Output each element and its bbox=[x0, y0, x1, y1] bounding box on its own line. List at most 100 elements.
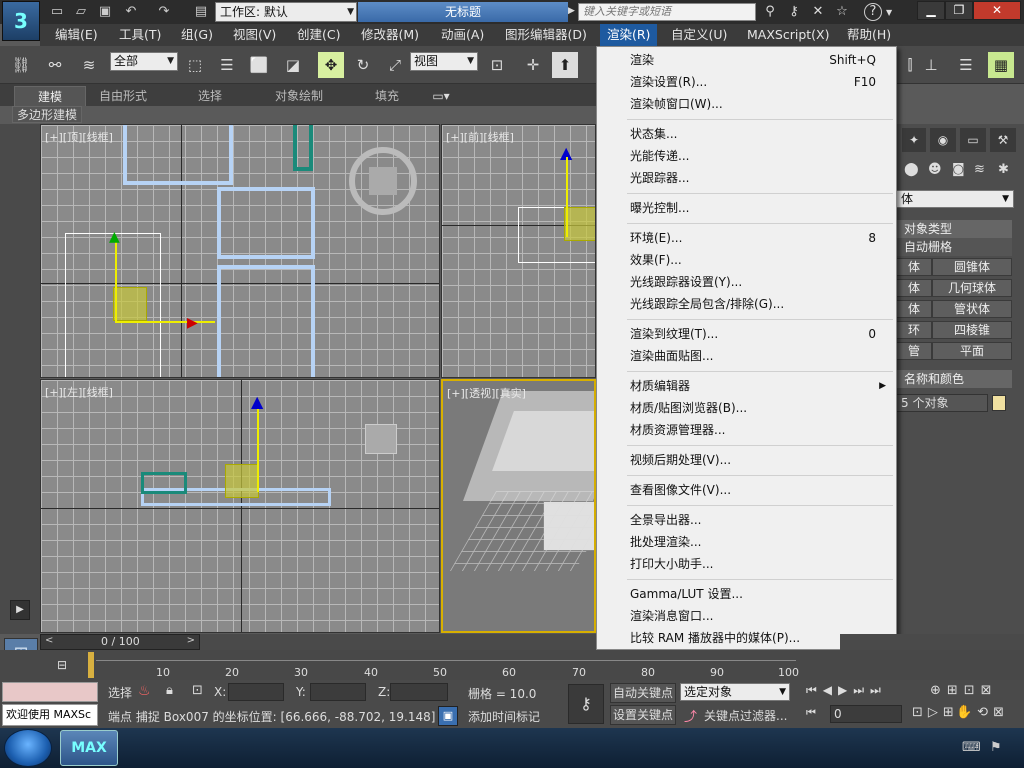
app-logo[interactable]: 3 bbox=[2, 1, 40, 41]
space-warps-icon[interactable]: ≋ bbox=[974, 162, 985, 177]
isolate-icon[interactable]: ♨ bbox=[138, 683, 151, 699]
display-tab-icon[interactable]: ▭ bbox=[960, 128, 986, 152]
undo-icon[interactable]: ↶ bbox=[122, 3, 140, 21]
maxscript-listener-bottom[interactable]: 欢迎使用 MAXSc bbox=[2, 704, 98, 726]
primitive-button-cone[interactable]: 圆锥体 bbox=[932, 258, 1012, 276]
key-selection-dropdown[interactable]: 选定对象 ▼ bbox=[680, 683, 790, 701]
menu-help[interactable]: 帮助(H) bbox=[840, 24, 898, 46]
ribbon-options-icon[interactable]: ▭▾ bbox=[428, 86, 454, 106]
menu-item-light-tracer[interactable]: 光跟踪器... bbox=[597, 167, 896, 189]
menu-edit[interactable]: 编辑(E) bbox=[48, 24, 105, 46]
rotate-icon[interactable]: ↻ bbox=[350, 52, 376, 78]
open-file-icon[interactable]: ▱ bbox=[72, 3, 90, 21]
systems-icon[interactable]: ✱ bbox=[998, 162, 1009, 177]
tray-flag-icon[interactable]: ⚑ bbox=[990, 740, 1002, 755]
object-name-field[interactable]: 5 个对象 bbox=[896, 394, 988, 412]
bind-space-warp-icon[interactable]: ≋ bbox=[76, 52, 102, 78]
primitive-button-cylinder[interactable]: 体 bbox=[896, 300, 932, 318]
minimize-button[interactable]: ▁ bbox=[917, 1, 945, 20]
ribbon-panel-label[interactable]: 多边形建模 bbox=[12, 106, 82, 123]
menu-modifiers[interactable]: 修改器(M) bbox=[354, 24, 426, 46]
wrench-icon[interactable]: ✕ bbox=[808, 3, 828, 21]
menu-item-effects[interactable]: 效果(F)... bbox=[597, 249, 896, 271]
menu-item-batch-render[interactable]: 批处理渲染... bbox=[597, 531, 896, 553]
rollout-object-type[interactable]: 对象类型 bbox=[896, 220, 1012, 238]
rollout-name-color[interactable]: 名称和颜色 bbox=[896, 370, 1012, 388]
taskbar-max-app[interactable]: MAX bbox=[60, 730, 118, 766]
absolute-mode-icon[interactable]: ⊡ bbox=[192, 683, 203, 698]
primitive-button-box[interactable]: 体 bbox=[896, 258, 932, 276]
z-coordinate-field[interactable] bbox=[390, 683, 448, 701]
layer-manager-icon[interactable]: ☰ bbox=[953, 52, 979, 78]
tab-object-paint[interactable]: 对象绘制 bbox=[262, 86, 336, 106]
new-file-icon[interactable]: ▭ bbox=[48, 3, 66, 21]
redo-icon[interactable]: ↷ bbox=[155, 3, 173, 21]
unlink-icon[interactable]: ⚯ bbox=[42, 52, 68, 78]
viewport-label-left[interactable]: [+][左][线框] bbox=[45, 384, 113, 400]
y-coordinate-field[interactable] bbox=[310, 683, 366, 701]
motion-tab-icon[interactable]: ◉ bbox=[930, 128, 956, 152]
close-button[interactable]: ✕ bbox=[973, 1, 1021, 20]
tab-modeling[interactable]: 建模 bbox=[14, 86, 86, 106]
object-color-swatch[interactable] bbox=[992, 395, 1006, 411]
auto-key-button[interactable]: 自动关键点 bbox=[610, 683, 676, 703]
tab-freeform[interactable]: 自由形式 bbox=[88, 86, 158, 106]
primitive-button-pyramid[interactable]: 四棱锥 bbox=[932, 321, 1012, 339]
tab-selection[interactable]: 选择 bbox=[180, 86, 240, 106]
graphite-toolbar-icon[interactable]: ▦ bbox=[988, 52, 1014, 78]
link-icon[interactable]: ⛓ bbox=[8, 52, 34, 78]
project-folder-icon[interactable]: ▤ bbox=[192, 3, 210, 21]
time-slider[interactable]: < 0 / 100 > bbox=[40, 634, 200, 650]
menu-item-view-image-file[interactable]: 查看图像文件(V)... bbox=[597, 479, 896, 501]
menu-graph-editors[interactable]: 图形编辑器(D) bbox=[498, 24, 594, 46]
menu-item-print-size-assistant[interactable]: 打印大小助手... bbox=[597, 553, 896, 575]
menu-item-render-surface-map[interactable]: 渲染曲面贴图... bbox=[597, 345, 896, 367]
menu-item-gamma-lut[interactable]: Gamma/LUT 设置... bbox=[597, 583, 896, 605]
mini-curve-editor-icon[interactable]: ⊟ bbox=[50, 654, 74, 676]
lights-icon[interactable]: ⬤ bbox=[904, 162, 919, 177]
help-icon[interactable]: ? bbox=[864, 3, 882, 21]
viewport-label-front[interactable]: [+][前][线框] bbox=[446, 129, 514, 145]
slider-next-icon[interactable]: > bbox=[187, 635, 195, 646]
lock-icon[interactable]: 🔒︎ bbox=[166, 683, 173, 698]
tab-populate[interactable]: 填充 bbox=[362, 86, 412, 106]
key-mode-icon[interactable]: ⏮ bbox=[806, 706, 816, 720]
keyboard-tray-icon[interactable]: ⌨ bbox=[962, 740, 981, 755]
window-crossing-icon[interactable]: ◪ bbox=[280, 52, 306, 78]
menu-tools[interactable]: 工具(T) bbox=[112, 24, 168, 46]
rect-selection-icon[interactable]: ⬜ bbox=[246, 52, 272, 78]
viewport-left[interactable]: ▲ [+][左][线框] bbox=[40, 379, 440, 633]
primitive-button-geosphere[interactable]: 几何球体 bbox=[932, 279, 1012, 297]
set-key-icon[interactable]: ⚷ bbox=[568, 684, 604, 724]
menu-item-radiosity[interactable]: 光能传递... bbox=[597, 145, 896, 167]
menu-item-raytrace-global-include[interactable]: 光线跟踪全局包含/排除(G)... bbox=[597, 293, 896, 315]
viewport-perspective[interactable]: [+][透视][真实] bbox=[441, 379, 596, 633]
move-icon[interactable]: ✥ bbox=[318, 52, 344, 78]
chevron-down-icon[interactable]: ▼ bbox=[886, 8, 892, 17]
selection-filter-dropdown[interactable]: 全部 ▼ bbox=[110, 52, 178, 71]
primitive-category-dropdown[interactable]: 体 ▼ bbox=[896, 190, 1014, 208]
menu-item-render-message-window[interactable]: 渲染消息窗口... bbox=[597, 605, 896, 627]
maxscript-listener-top[interactable] bbox=[2, 682, 98, 702]
primitive-button-teapot[interactable]: 管 bbox=[896, 342, 932, 360]
maximize-button[interactable]: ❐ bbox=[945, 1, 973, 20]
selection-lock-icon[interactable]: ▣ bbox=[438, 706, 458, 726]
binoculars-icon[interactable]: ⚲ bbox=[760, 3, 780, 21]
menu-item-render-setup[interactable]: 渲染设置(R)... F10 bbox=[597, 71, 896, 93]
viewport-nav-icons[interactable]: ⊕⊞⊡⊠ bbox=[930, 683, 998, 698]
menu-item-material-editor[interactable]: 材质编辑器 ▶ bbox=[597, 375, 896, 397]
menu-rendering[interactable]: 渲染(R) bbox=[600, 24, 658, 46]
playback-controls[interactable]: ⏮◀▶⏭⏭ bbox=[806, 683, 887, 698]
workspace-dropdown[interactable]: 工作区: 默认 ▼ bbox=[215, 2, 357, 22]
viewport-label-perspective[interactable]: [+][透视][真实] bbox=[447, 385, 526, 401]
time-marker[interactable] bbox=[88, 652, 94, 678]
helpers-icon[interactable]: ◙ bbox=[952, 162, 965, 177]
menu-item-rendered-frame-window[interactable]: 渲染帧窗口(W)... bbox=[597, 93, 896, 115]
key-icon[interactable]: ⚷ bbox=[784, 3, 804, 21]
key-filters-button[interactable]: 关键点过滤器... bbox=[704, 707, 787, 724]
save-file-icon[interactable]: ▣ bbox=[96, 3, 114, 21]
time-config-icons[interactable]: ⊡▷⊞ bbox=[912, 705, 959, 720]
menu-animation[interactable]: 动画(A) bbox=[434, 24, 491, 46]
create-tab-icon[interactable]: ✦ bbox=[902, 128, 926, 152]
primitive-button-sphere[interactable]: 体 bbox=[896, 279, 932, 297]
